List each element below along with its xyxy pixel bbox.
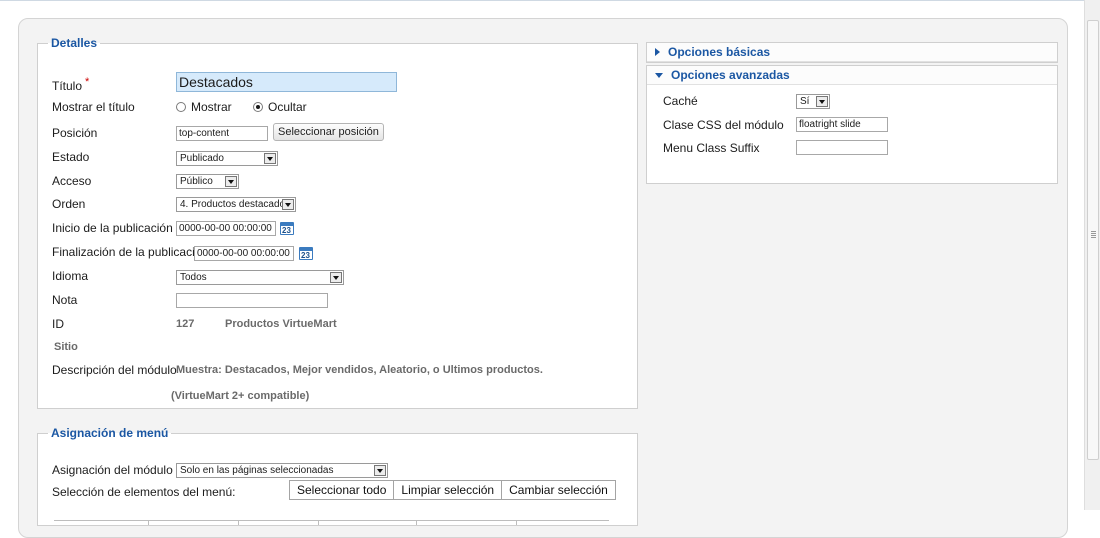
description-line-1: Muestra: Destacados, Mejor vendidos, Ale… — [176, 364, 543, 376]
menu-items-table — [54, 520, 609, 525]
chevron-down-icon — [374, 465, 386, 476]
advanced-options-title: Opciones avanzadas — [671, 68, 790, 82]
vertical-scrollbar[interactable] — [1084, 0, 1100, 510]
menu-suffix-label: Menu Class Suffix — [663, 141, 760, 155]
hide-option-label: Ocultar — [268, 100, 307, 114]
calendar-icon[interactable]: 23 — [299, 247, 313, 260]
show-title-label: Mostrar el título — [52, 100, 135, 114]
details-fieldset: Detalles Título * Destacados Mostrar el t… — [37, 36, 638, 409]
calendar-icon-number: 23 — [301, 251, 310, 260]
chevron-down-icon — [816, 96, 828, 107]
position-label: Posición — [52, 126, 98, 140]
language-label: Idioma — [52, 269, 89, 283]
menu-table-divider — [318, 520, 319, 525]
module-assignment-select[interactable]: Solo en las páginas seleccionadas — [176, 463, 388, 478]
required-mark: * — [85, 76, 90, 88]
calendar-icon-number: 23 — [282, 226, 291, 235]
basic-options-title: Opciones básicas — [668, 45, 771, 59]
module-assignment-label: Asignación del módulo — [52, 463, 173, 477]
calendar-icon[interactable]: 23 — [280, 222, 294, 235]
cache-label: Caché — [663, 94, 698, 108]
language-select[interactable]: Todos — [176, 270, 344, 285]
clear-selection-button[interactable]: Limpiar selección — [393, 480, 503, 500]
publish-start-input[interactable]: 0000-00-00 00:00:00 — [176, 221, 276, 236]
note-label: Nota — [52, 293, 78, 307]
id-label: ID — [52, 317, 64, 331]
triangle-right-icon — [655, 48, 660, 56]
menu-table-divider — [416, 520, 417, 525]
chevron-down-icon — [264, 153, 276, 164]
language-select-value: Todos — [180, 272, 207, 283]
top-border — [0, 0, 1100, 1]
basic-options-header[interactable]: Opciones básicas — [647, 43, 1057, 62]
css-class-input[interactable]: floatright slide — [796, 117, 888, 132]
menu-table-divider — [148, 520, 149, 525]
toggle-selection-button[interactable]: Cambiar selección — [501, 480, 616, 500]
module-name: Productos VirtueMart — [225, 318, 337, 330]
order-select[interactable]: 4. Productos destacados — [176, 197, 296, 212]
select-all-button[interactable]: Seleccionar todo — [289, 480, 395, 500]
state-label: Estado — [52, 150, 90, 164]
title-label: Título * — [52, 76, 89, 93]
access-select-value: Público — [180, 176, 213, 187]
select-position-button[interactable]: Seleccionar posición — [273, 123, 384, 141]
description-label: Descripción del módulo — [52, 363, 177, 377]
menu-suffix-input[interactable] — [796, 140, 888, 155]
grip-icon — [1091, 231, 1096, 232]
title-input[interactable]: Destacados — [176, 72, 397, 92]
show-option-label: Mostrar — [191, 100, 232, 114]
title-label-text: Título — [52, 79, 83, 93]
chevron-down-icon — [282, 199, 294, 210]
advanced-options-panel: Opciones avanzadas Caché Sí Clase CSS de… — [646, 65, 1058, 184]
publish-start-label: Inicio de la publicación — [52, 221, 173, 235]
access-label: Acceso — [52, 174, 92, 188]
order-select-value: 4. Productos destacados — [180, 199, 291, 210]
chevron-down-icon — [225, 176, 237, 187]
menu-assignment-fieldset: Asignación de menú Asignación del módulo… — [37, 426, 638, 526]
menu-assignment-legend: Asignación de menú — [51, 426, 169, 440]
show-title-radio-hide[interactable] — [253, 102, 263, 112]
triangle-down-icon — [655, 73, 663, 78]
scrollbar-thumb[interactable] — [1087, 20, 1099, 460]
note-input[interactable] — [176, 293, 328, 308]
cache-select-value: Sí — [800, 96, 810, 107]
menu-items-label: Selección de elementos del menú: — [52, 485, 236, 499]
id-value: 127 — [176, 318, 195, 330]
chevron-down-icon — [330, 272, 342, 283]
show-title-radio-show[interactable] — [176, 102, 186, 112]
advanced-options-header[interactable]: Opciones avanzadas — [647, 66, 1057, 85]
position-input[interactable]: top-content — [176, 126, 268, 141]
selection-button-group: Seleccionar todo Limpiar selección Cambi… — [289, 480, 616, 500]
css-class-label: Clase CSS del módulo — [663, 118, 784, 132]
state-select-value: Publicado — [180, 153, 224, 164]
description-line-2: (VirtueMart 2+ compatible) — [171, 390, 310, 402]
access-select[interactable]: Público — [176, 174, 239, 189]
state-select[interactable]: Publicado — [176, 151, 278, 166]
basic-options-panel: Opciones básicas — [646, 42, 1058, 63]
details-legend: Detalles — [51, 36, 98, 50]
publish-end-input[interactable]: 0000-00-00 00:00:00 — [194, 246, 294, 261]
cache-select[interactable]: Sí — [796, 94, 830, 109]
menu-table-divider — [516, 520, 517, 525]
order-label: Orden — [52, 197, 86, 211]
site-label: Sitio — [54, 341, 78, 353]
menu-table-divider — [238, 520, 239, 525]
publish-end-label: Finalización de la publicación — [52, 245, 209, 259]
module-assignment-value: Solo en las páginas seleccionadas — [180, 465, 334, 476]
